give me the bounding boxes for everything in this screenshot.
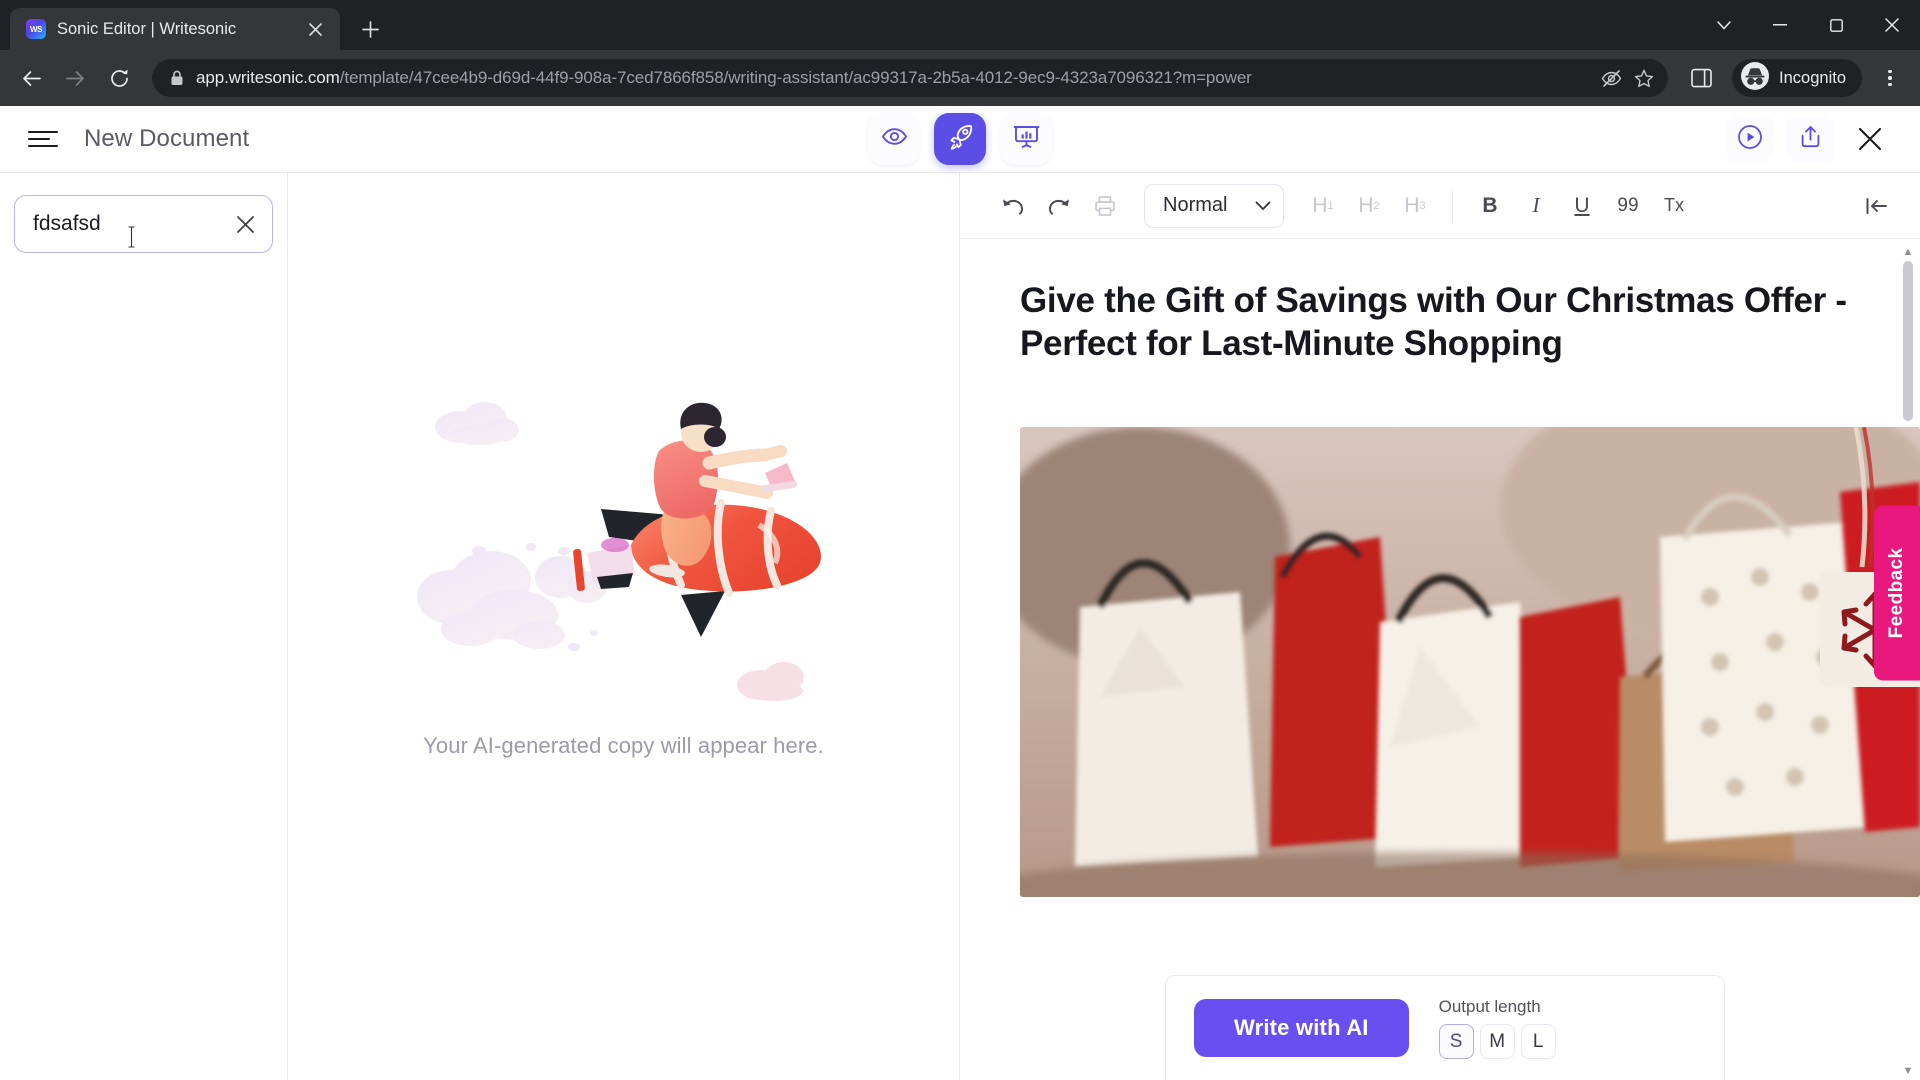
heading-2-button[interactable]: H2 (1348, 185, 1390, 227)
browser-toolbar: app.writesonic.com/template/47cee4b9-d69… (0, 50, 1920, 106)
url-text: app.writesonic.com/template/47cee4b9-d69… (196, 68, 1589, 88)
app-header: New Document (0, 106, 1920, 172)
feedback-tab[interactable]: Feedback (1874, 505, 1920, 681)
undo-icon[interactable] (992, 185, 1034, 227)
clear-formatting-button[interactable]: Tx (1653, 185, 1695, 227)
incognito-icon (1740, 61, 1770, 96)
toolbar-right-actions: Incognito (1680, 57, 1910, 99)
output-length-m[interactable]: M (1479, 1024, 1515, 1059)
output-length-l[interactable]: L (1520, 1024, 1556, 1059)
scrollbar-thumb[interactable] (1903, 261, 1913, 421)
three-dots-icon[interactable] (1870, 58, 1910, 98)
heading-1-button[interactable]: HH11 (1302, 185, 1344, 227)
write-with-ai-button[interactable]: Write with AI (1194, 999, 1409, 1057)
bold-label: B (1482, 193, 1498, 217)
text-cursor-icon (127, 226, 136, 248)
share-upload-icon (1798, 124, 1823, 154)
text-style-dropdown[interactable]: Normal (1144, 183, 1284, 228)
output-length-options: S M L (1438, 1024, 1556, 1059)
favicon-text: WS (30, 24, 42, 34)
chevron-down-icon[interactable] (1696, 0, 1752, 50)
browser-window: WS Sonic Editor | Writesonic app.writeso… (0, 0, 1920, 1080)
clear-formatting-label: Tx (1664, 195, 1684, 215)
feedback-label: Feedback (1886, 547, 1907, 639)
reload-icon[interactable] (98, 57, 140, 99)
document-heading[interactable]: Give the Gift of Savings with Our Christ… (1020, 279, 1860, 365)
action-bar: Write with AI Output length S M L (1165, 975, 1725, 1080)
close-icon[interactable] (302, 16, 328, 42)
preview-mode-button[interactable] (868, 113, 920, 165)
minimize-icon[interactable] (1752, 0, 1808, 50)
italic-button[interactable]: I (1515, 185, 1557, 227)
browser-tab-title: Sonic Editor | Writesonic (57, 19, 237, 38)
chevron-up-icon[interactable]: ▲ (1903, 243, 1914, 261)
italic-label: I (1532, 193, 1540, 217)
eye-icon (881, 123, 908, 155)
input-panel (0, 172, 288, 1080)
output-length-label: Output length (1438, 997, 1541, 1016)
browser-tab-strip: WS Sonic Editor | Writesonic (0, 0, 1920, 50)
document-content[interactable]: Give the Gift of Savings with Our Christ… (960, 239, 1920, 1080)
web-page: New Document fdsafsd Your AI-generated c… (0, 106, 1920, 1080)
christmas-shopping-bags-photo (1020, 427, 1920, 898)
close-icon[interactable] (1864, 0, 1920, 50)
clear-input-button[interactable] (230, 209, 260, 239)
writesonic-favicon: WS (26, 19, 46, 39)
analytics-mode-button[interactable] (1000, 113, 1052, 165)
heading-3-button[interactable]: H3 (1394, 185, 1436, 227)
incognito-label: Incognito (1779, 68, 1846, 87)
blockquote-button[interactable]: 99 (1607, 185, 1649, 227)
chevron-down-icon[interactable]: ▼ (1903, 1062, 1914, 1080)
prompt-field[interactable] (14, 195, 273, 253)
play-circle-icon (1737, 124, 1763, 155)
underline-label: U (1574, 193, 1590, 217)
page-title[interactable]: New Document (84, 125, 249, 153)
toolbar-divider (1452, 188, 1453, 223)
arrow-back-icon[interactable] (10, 57, 52, 99)
presentation-chart-icon (1013, 123, 1040, 155)
output-length-s[interactable]: S (1438, 1024, 1474, 1059)
text-style-value: Normal (1163, 194, 1228, 216)
rocket-illustration (409, 385, 839, 715)
output-length-control: Output length S M L (1438, 997, 1556, 1059)
url-path: /template/47cee4b9-d69d-44f9-908a-7ced78… (339, 68, 1252, 87)
editor-toolbar: Normal HH11 H2 H3 B (960, 173, 1920, 239)
chevron-down-icon (1255, 194, 1271, 217)
lock-icon (170, 70, 184, 86)
bold-button[interactable]: B (1469, 185, 1511, 227)
star-icon[interactable] (1634, 69, 1654, 88)
plus-icon[interactable] (352, 11, 388, 47)
empty-state-text: Your AI-generated copy will appear here. (423, 732, 824, 758)
editor-body: Your AI-generated copy will appear here. (0, 172, 1920, 1080)
address-bar[interactable]: app.writesonic.com/template/47cee4b9-d69… (152, 59, 1669, 97)
play-tutorial-button[interactable] (1726, 115, 1774, 163)
output-panel: Your AI-generated copy will appear here. (288, 172, 960, 1080)
side-panel-icon[interactable] (1680, 57, 1722, 99)
window-controls (1696, 0, 1920, 50)
print-icon[interactable] (1084, 185, 1126, 227)
header-actions (1726, 115, 1894, 163)
maximize-icon[interactable] (1808, 0, 1864, 50)
share-button[interactable] (1786, 115, 1834, 163)
power-mode-button[interactable] (934, 113, 986, 165)
hamburger-menu-icon[interactable] (28, 131, 58, 147)
collapse-panel-icon[interactable] (1856, 185, 1898, 227)
browser-tab[interactable]: WS Sonic Editor | Writesonic (10, 8, 340, 50)
redo-icon[interactable] (1038, 185, 1080, 227)
incognito-indicator[interactable]: Incognito (1732, 59, 1862, 97)
url-host: app.writesonic.com (196, 68, 340, 87)
blockquote-label: 99 (1617, 194, 1639, 216)
arrow-forward-icon[interactable] (54, 57, 96, 99)
eye-slash-icon[interactable] (1601, 69, 1622, 88)
close-editor-button[interactable] (1846, 115, 1894, 163)
underline-button[interactable]: U (1561, 185, 1603, 227)
rocket-icon (946, 123, 974, 156)
document-editor-panel: Normal HH11 H2 H3 B (960, 172, 1920, 1080)
mode-switcher (868, 113, 1052, 165)
